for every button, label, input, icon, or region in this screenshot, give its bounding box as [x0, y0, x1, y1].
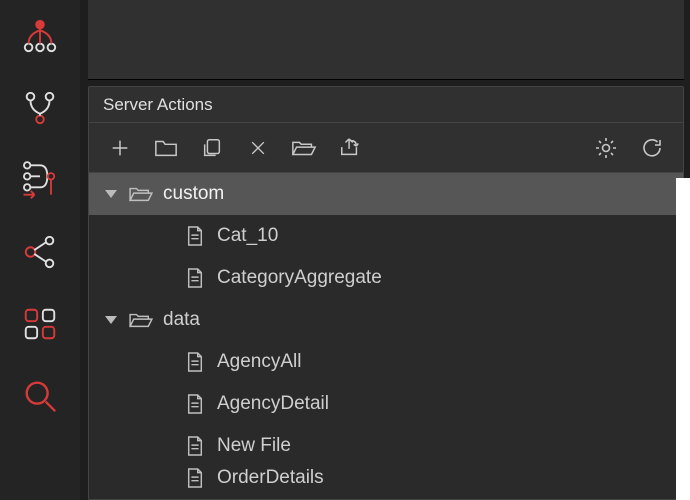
folder-data[interactable]: data — [89, 299, 683, 341]
chevron-down-icon — [105, 190, 117, 198]
file-category-aggregate[interactable]: CategoryAggregate — [89, 257, 683, 299]
rail-flow-icon[interactable] — [18, 158, 62, 202]
rail-search-icon[interactable] — [18, 374, 62, 418]
server-actions-panel: Server Actions — [88, 86, 684, 500]
rail-merge-icon[interactable] — [18, 86, 62, 130]
file-label: AgencyAll — [217, 351, 302, 373]
file-label: New File — [217, 435, 291, 457]
file-icon — [181, 435, 209, 457]
file-label: OrderDetails — [217, 467, 324, 489]
chevron-down-icon — [105, 316, 117, 324]
new-folder-button[interactable] — [143, 123, 189, 173]
file-cat10[interactable]: Cat_10 — [89, 215, 683, 257]
refresh-button[interactable] — [629, 123, 675, 173]
file-icon — [181, 351, 209, 373]
folder-label: custom — [163, 183, 224, 205]
file-order-details[interactable]: OrderDetails — [89, 467, 683, 491]
content-edge — [676, 178, 690, 500]
folder-label: data — [163, 309, 200, 331]
icon-rail — [0, 0, 80, 500]
copy-button[interactable] — [189, 123, 235, 173]
export-button[interactable] — [327, 123, 373, 173]
file-icon — [181, 267, 209, 289]
rail-git-icon[interactable] — [18, 14, 62, 58]
file-label: Cat_10 — [217, 225, 278, 247]
file-agency-all[interactable]: AgencyAll — [89, 341, 683, 383]
rail-share-icon[interactable] — [18, 230, 62, 274]
file-label: AgencyDetail — [217, 393, 329, 415]
open-button[interactable] — [281, 123, 327, 173]
file-icon — [181, 225, 209, 247]
folder-custom[interactable]: custom — [89, 173, 683, 215]
file-label: CategoryAggregate — [217, 267, 382, 289]
file-icon — [181, 393, 209, 415]
folder-open-icon — [127, 310, 155, 330]
settings-button[interactable] — [583, 123, 629, 173]
file-new-file[interactable]: New File — [89, 425, 683, 467]
rail-grid-icon[interactable] — [18, 302, 62, 346]
add-button[interactable] — [97, 123, 143, 173]
folder-open-icon — [127, 184, 155, 204]
panel-toolbar — [89, 123, 683, 173]
tree-view: custom Cat_10 CategoryAggregate data — [89, 173, 683, 499]
panel-title: Server Actions — [89, 87, 683, 123]
topbar-placeholder — [88, 0, 684, 80]
delete-button[interactable] — [235, 123, 281, 173]
file-agency-detail[interactable]: AgencyDetail — [89, 383, 683, 425]
file-icon — [181, 467, 209, 489]
